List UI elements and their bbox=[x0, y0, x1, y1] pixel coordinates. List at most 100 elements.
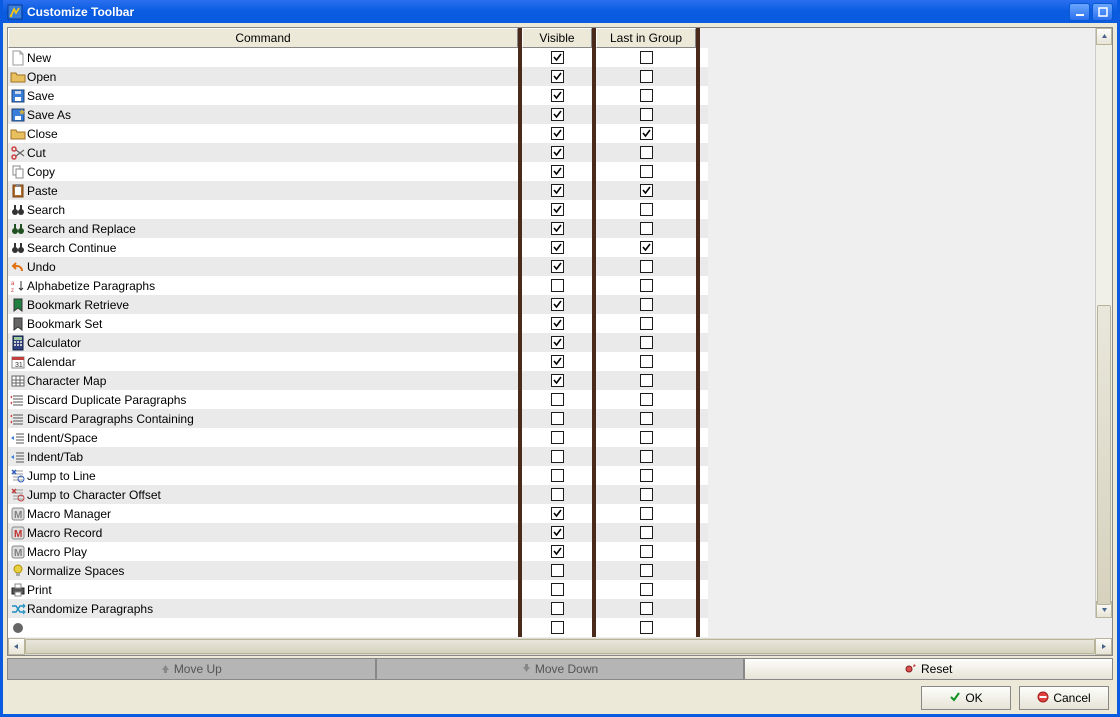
visible-checkbox[interactable] bbox=[551, 165, 564, 178]
visible-checkbox[interactable] bbox=[551, 279, 564, 292]
last-in-group-checkbox[interactable] bbox=[640, 222, 653, 235]
visible-checkbox[interactable] bbox=[551, 241, 564, 254]
last-in-group-checkbox[interactable] bbox=[640, 51, 653, 64]
last-in-group-checkbox[interactable] bbox=[640, 488, 653, 501]
table-row[interactable]: Discard Duplicate Paragraphs bbox=[8, 390, 708, 409]
visible-checkbox[interactable] bbox=[551, 355, 564, 368]
table-row[interactable]: 31Calendar bbox=[8, 352, 708, 371]
table-row[interactable]: MMacro Record bbox=[8, 523, 708, 542]
last-in-group-checkbox[interactable] bbox=[640, 450, 653, 463]
visible-checkbox[interactable] bbox=[551, 488, 564, 501]
visible-checkbox[interactable] bbox=[551, 469, 564, 482]
visible-checkbox[interactable] bbox=[551, 298, 564, 311]
scroll-left-button[interactable] bbox=[8, 638, 25, 655]
header-visible[interactable]: Visible bbox=[522, 28, 592, 48]
table-row[interactable]: Jump to Line bbox=[8, 466, 708, 485]
visible-checkbox[interactable] bbox=[551, 621, 564, 634]
table-row[interactable]: Randomize Paragraphs bbox=[8, 599, 708, 618]
last-in-group-checkbox[interactable] bbox=[640, 621, 653, 634]
last-in-group-checkbox[interactable] bbox=[640, 298, 653, 311]
table-row[interactable]: Bookmark Set bbox=[8, 314, 708, 333]
visible-checkbox[interactable] bbox=[551, 450, 564, 463]
visible-checkbox[interactable] bbox=[551, 336, 564, 349]
minimize-button[interactable] bbox=[1069, 3, 1090, 21]
table-row[interactable]: azAlphabetize Paragraphs bbox=[8, 276, 708, 295]
move-down-button[interactable]: Move Down bbox=[376, 658, 745, 680]
table-row[interactable]: Calculator bbox=[8, 333, 708, 352]
table-row[interactable]: Normalize Spaces bbox=[8, 561, 708, 580]
table-row[interactable]: Open bbox=[8, 67, 708, 86]
visible-checkbox[interactable] bbox=[551, 545, 564, 558]
last-in-group-checkbox[interactable] bbox=[640, 70, 653, 83]
visible-checkbox[interactable] bbox=[551, 184, 564, 197]
last-in-group-checkbox[interactable] bbox=[640, 374, 653, 387]
last-in-group-checkbox[interactable] bbox=[640, 393, 653, 406]
last-in-group-checkbox[interactable] bbox=[640, 583, 653, 596]
last-in-group-checkbox[interactable] bbox=[640, 355, 653, 368]
table-row[interactable]: Discard Paragraphs Containing bbox=[8, 409, 708, 428]
visible-checkbox[interactable] bbox=[551, 374, 564, 387]
visible-checkbox[interactable] bbox=[551, 583, 564, 596]
visible-checkbox[interactable] bbox=[551, 260, 564, 273]
table-row[interactable] bbox=[8, 618, 708, 637]
visible-checkbox[interactable] bbox=[551, 317, 564, 330]
visible-checkbox[interactable] bbox=[551, 70, 564, 83]
scroll-up-button[interactable] bbox=[1096, 28, 1112, 45]
last-in-group-checkbox[interactable] bbox=[640, 602, 653, 615]
reset-button[interactable]: Reset bbox=[744, 658, 1113, 680]
table-row[interactable]: Search bbox=[8, 200, 708, 219]
last-in-group-checkbox[interactable] bbox=[640, 279, 653, 292]
last-in-group-checkbox[interactable] bbox=[640, 469, 653, 482]
last-in-group-checkbox[interactable] bbox=[640, 89, 653, 102]
header-command[interactable]: Command bbox=[8, 28, 518, 48]
last-in-group-checkbox[interactable] bbox=[640, 203, 653, 216]
scroll-thumb[interactable] bbox=[1097, 305, 1111, 605]
horizontal-scrollbar[interactable] bbox=[8, 638, 1112, 655]
last-in-group-checkbox[interactable] bbox=[640, 108, 653, 121]
visible-checkbox[interactable] bbox=[551, 146, 564, 159]
table-row[interactable]: Indent/Space bbox=[8, 428, 708, 447]
last-in-group-checkbox[interactable] bbox=[640, 431, 653, 444]
table-row[interactable]: Search and Replace bbox=[8, 219, 708, 238]
last-in-group-checkbox[interactable] bbox=[640, 564, 653, 577]
last-in-group-checkbox[interactable] bbox=[640, 146, 653, 159]
visible-checkbox[interactable] bbox=[551, 507, 564, 520]
hscroll-track[interactable] bbox=[25, 638, 1095, 655]
ok-button[interactable]: OK bbox=[921, 686, 1011, 710]
last-in-group-checkbox[interactable] bbox=[640, 507, 653, 520]
table-row[interactable]: Copy bbox=[8, 162, 708, 181]
table-row[interactable]: Bookmark Retrieve bbox=[8, 295, 708, 314]
visible-checkbox[interactable] bbox=[551, 222, 564, 235]
hscroll-thumb[interactable] bbox=[25, 639, 1095, 654]
table-row[interactable]: MMacro Play bbox=[8, 542, 708, 561]
scroll-right-button[interactable] bbox=[1095, 638, 1112, 655]
last-in-group-checkbox[interactable] bbox=[640, 526, 653, 539]
table-row[interactable]: Close bbox=[8, 124, 708, 143]
table-row[interactable]: Indent/Tab bbox=[8, 447, 708, 466]
table-row[interactable]: Jump to Character Offset bbox=[8, 485, 708, 504]
last-in-group-checkbox[interactable] bbox=[640, 165, 653, 178]
table-row[interactable]: MMacro Manager bbox=[8, 504, 708, 523]
move-up-button[interactable]: Move Up bbox=[7, 658, 376, 680]
last-in-group-checkbox[interactable] bbox=[640, 184, 653, 197]
visible-checkbox[interactable] bbox=[551, 108, 564, 121]
visible-checkbox[interactable] bbox=[551, 393, 564, 406]
visible-checkbox[interactable] bbox=[551, 51, 564, 64]
maximize-button[interactable] bbox=[1092, 3, 1113, 21]
cancel-button[interactable]: Cancel bbox=[1019, 686, 1109, 710]
table-row[interactable]: Undo bbox=[8, 257, 708, 276]
table-row[interactable]: New bbox=[8, 48, 708, 67]
scroll-track[interactable] bbox=[1096, 45, 1112, 601]
table-row[interactable]: Character Map bbox=[8, 371, 708, 390]
visible-checkbox[interactable] bbox=[551, 203, 564, 216]
last-in-group-checkbox[interactable] bbox=[640, 336, 653, 349]
table-row[interactable]: Save bbox=[8, 86, 708, 105]
last-in-group-checkbox[interactable] bbox=[640, 545, 653, 558]
header-last-in-group[interactable]: Last in Group bbox=[596, 28, 696, 48]
visible-checkbox[interactable] bbox=[551, 127, 564, 140]
last-in-group-checkbox[interactable] bbox=[640, 317, 653, 330]
last-in-group-checkbox[interactable] bbox=[640, 127, 653, 140]
vertical-scrollbar[interactable] bbox=[1095, 28, 1112, 618]
last-in-group-checkbox[interactable] bbox=[640, 260, 653, 273]
table-row[interactable]: Save As bbox=[8, 105, 708, 124]
